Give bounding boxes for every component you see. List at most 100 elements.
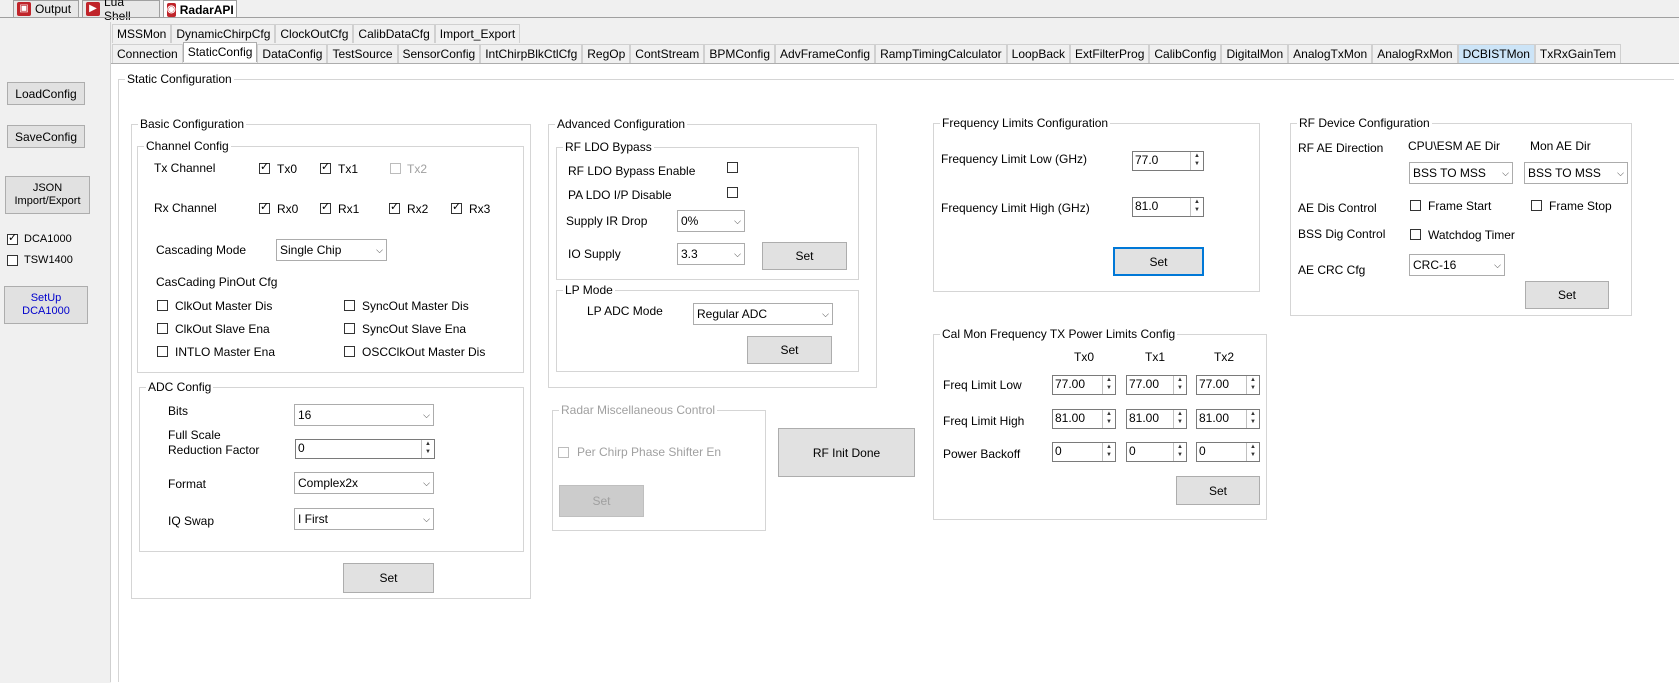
tab-digitalmon[interactable]: DigitalMon — [1221, 44, 1289, 63]
calmon-high-tx1-input[interactable]: 81.00 ▲ ▼ — [1126, 409, 1187, 429]
tab-staticconfig[interactable]: StaticConfig — [182, 42, 258, 62]
frequency-limits-set-button[interactable]: Set — [1113, 247, 1204, 276]
frame-start-checkbox[interactable] — [1410, 200, 1421, 211]
spinner-arrows-icon[interactable]: ▲ ▼ — [1173, 443, 1186, 461]
watchdog-timer-checkbox[interactable] — [1410, 229, 1421, 240]
tab-dcbistmon[interactable]: DCBISTMon — [1457, 44, 1535, 63]
tab-loopback[interactable]: LoopBack — [1006, 44, 1071, 63]
tab-contstream[interactable]: ContStream — [630, 44, 705, 63]
lp-adc-mode-select[interactable]: Regular ADC ⌵ — [693, 303, 833, 325]
calmon-set-button[interactable]: Set — [1176, 476, 1260, 505]
tab-calibdatacfg[interactable]: CalibDataCfg — [353, 24, 435, 43]
rf-device-set-button[interactable]: Set — [1525, 281, 1609, 309]
calmon-low-tx0-input[interactable]: 77.00 ▲ ▼ — [1052, 375, 1116, 395]
intlo-master-ena-checkbox[interactable] — [157, 346, 168, 357]
tab-sensorconfig[interactable]: SensorConfig — [397, 44, 481, 63]
iq-swap-select[interactable]: I First ⌵ — [294, 508, 434, 530]
tab-radarapi[interactable]: ◉ RadarAPI — [163, 0, 237, 18]
lp-mode-set-button[interactable]: Set — [747, 336, 832, 364]
cascading-mode-select[interactable]: Single Chip ⌵ — [276, 239, 387, 261]
clkout-master-dis-checkbox[interactable] — [157, 300, 168, 311]
spinner-arrows-icon[interactable]: ▲ ▼ — [1246, 376, 1259, 394]
spinner-arrows-icon[interactable]: ▲ ▼ — [1173, 410, 1186, 428]
spinner-arrows-icon[interactable]: ▲ ▼ — [1102, 443, 1115, 461]
save-config-button[interactable]: SaveConfig — [7, 125, 85, 148]
ae-crc-cfg-select[interactable]: CRC-16 ⌵ — [1409, 254, 1505, 276]
rf-init-done-button[interactable]: RF Init Done — [778, 428, 915, 477]
tab-txrxgaintem[interactable]: TxRxGainTem — [1534, 44, 1621, 63]
tab-analogrxmon[interactable]: AnalogRxMon — [1372, 44, 1458, 63]
tab-calibconfig[interactable]: CalibConfig — [1149, 44, 1222, 63]
tx0-checkbox[interactable] — [259, 161, 270, 174]
tab-extfilterprog[interactable]: ExtFilterProg — [1070, 44, 1150, 63]
tab-lua-shell[interactable]: ▶ Lua Shell — [82, 0, 160, 23]
syncout-slave-ena-checkbox[interactable] — [344, 323, 355, 334]
rx2-checkbox[interactable] — [389, 201, 400, 214]
misc-set-button[interactable]: Set — [559, 485, 644, 517]
calmon-low-tx1-value: 77.00 — [1129, 377, 1160, 391]
tab-output[interactable]: ▣ Output — [13, 0, 79, 17]
supply-ir-drop-select[interactable]: 0% ⌵ — [677, 210, 745, 232]
tab-dynamicchirpcfg[interactable]: DynamicChirpCfg — [171, 24, 276, 43]
rf-ldo-set-button[interactable]: Set — [762, 242, 847, 270]
full-scale-reduction-input[interactable]: 0 ▲ ▼ — [295, 439, 435, 459]
tab-testsource[interactable]: TestSource — [327, 44, 398, 63]
frequency-limit-low-input[interactable]: 77.0 ▲ ▼ — [1132, 151, 1204, 171]
spinner-arrows-icon[interactable]: ▲ ▼ — [1173, 376, 1186, 394]
tab-connection[interactable]: Connection — [112, 44, 183, 63]
oscclkout-master-dis-checkbox[interactable] — [344, 346, 355, 357]
rx1-checkbox[interactable] — [320, 201, 331, 214]
dca1000-setup-label: DCA1000 — [22, 305, 70, 317]
format-select[interactable]: Complex2x ⌵ — [294, 472, 434, 494]
basic-set-button[interactable]: Set — [343, 563, 434, 593]
spinner-arrows-icon[interactable]: ▲ ▼ — [1190, 198, 1203, 216]
mon-ae-dir-select[interactable]: BSS TO MSS ⌵ — [1524, 162, 1628, 184]
setup-dca1000-button[interactable]: SetUp DCA1000 — [4, 286, 88, 324]
rx3-checkbox[interactable] — [451, 201, 462, 214]
clkout-slave-ena-checkbox[interactable] — [157, 323, 168, 334]
calmon-power-tx2-input[interactable]: 0 ▲ ▼ — [1196, 442, 1260, 462]
cpu-esm-ae-dir-select[interactable]: BSS TO MSS ⌵ — [1409, 162, 1513, 184]
tab-clockoutcfg[interactable]: ClockOutCfg — [275, 24, 354, 43]
tab-dataconfig[interactable]: DataConfig — [257, 44, 328, 63]
io-supply-select[interactable]: 3.3 ⌵ — [677, 243, 745, 265]
calmon-power-tx0-input[interactable]: 0 ▲ ▼ — [1052, 442, 1116, 462]
load-config-button[interactable]: LoadConfig — [7, 82, 85, 105]
calmon-low-tx1-input[interactable]: 77.00 ▲ ▼ — [1126, 375, 1187, 395]
calmon-high-tx0-input[interactable]: 81.00 ▲ ▼ — [1052, 409, 1116, 429]
spinner-arrows-icon[interactable]: ▲ ▼ — [1246, 410, 1259, 428]
spinner-arrows-icon[interactable]: ▲ ▼ — [1102, 376, 1115, 394]
tab-analogtxmon[interactable]: AnalogTxMon — [1288, 44, 1373, 63]
spinner-arrows-icon[interactable]: ▲ ▼ — [1190, 152, 1203, 170]
calmon-high-tx2-input[interactable]: 81.00 ▲ ▼ — [1196, 409, 1260, 429]
tab-import-export[interactable]: Import_Export — [434, 24, 521, 43]
tab-bpmconfig[interactable]: BPMConfig — [704, 44, 776, 63]
per-chirp-phase-shifter-checkbox[interactable] — [558, 447, 569, 458]
syncout-master-dis-checkbox[interactable] — [344, 300, 355, 311]
iq-swap-value: I First — [298, 512, 328, 526]
tab-ramptimingcalculator[interactable]: RampTimingCalculator — [875, 44, 1007, 63]
spinner-arrows-icon[interactable]: ▲ ▼ — [1246, 443, 1259, 461]
tab-intchirpblkctlcfg[interactable]: IntChirpBlkCtlCfg — [480, 44, 583, 63]
spinner-arrows-icon[interactable]: ▲ ▼ — [1102, 410, 1115, 428]
rf-ldo-bypass-enable-checkbox[interactable] — [727, 162, 738, 173]
tsw1400-checkbox[interactable] — [7, 255, 18, 266]
tab-advframeconfig[interactable]: AdvFrameConfig — [775, 44, 876, 63]
dca1000-checkbox[interactable] — [7, 232, 18, 245]
calmon-power-tx1-input[interactable]: 0 ▲ ▼ — [1126, 442, 1187, 462]
tab-mssmon[interactable]: MSSMon — [112, 24, 172, 43]
frequency-limit-high-input[interactable]: 81.0 ▲ ▼ — [1132, 197, 1204, 217]
spinner-arrows-icon[interactable]: ▲ ▼ — [421, 440, 434, 458]
json-import-export-button[interactable]: JSON Import/Export — [5, 176, 90, 214]
bits-value: 16 — [298, 408, 312, 422]
rx0-checkbox[interactable] — [259, 201, 270, 214]
tx2-checkbox[interactable] — [390, 163, 401, 174]
bits-select[interactable]: 16 ⌵ — [294, 404, 434, 426]
per-chirp-phase-shifter-label: Per Chirp Phase Shifter En — [577, 445, 722, 459]
calmon-low-tx2-input[interactable]: 77.00 ▲ ▼ — [1196, 375, 1260, 395]
setup-label: SetUp — [30, 292, 62, 304]
frame-stop-checkbox[interactable] — [1531, 200, 1542, 211]
tab-regop[interactable]: RegOp — [582, 44, 631, 63]
pa-ldo-ip-disable-checkbox[interactable] — [727, 187, 738, 198]
tx1-checkbox[interactable] — [320, 161, 331, 174]
